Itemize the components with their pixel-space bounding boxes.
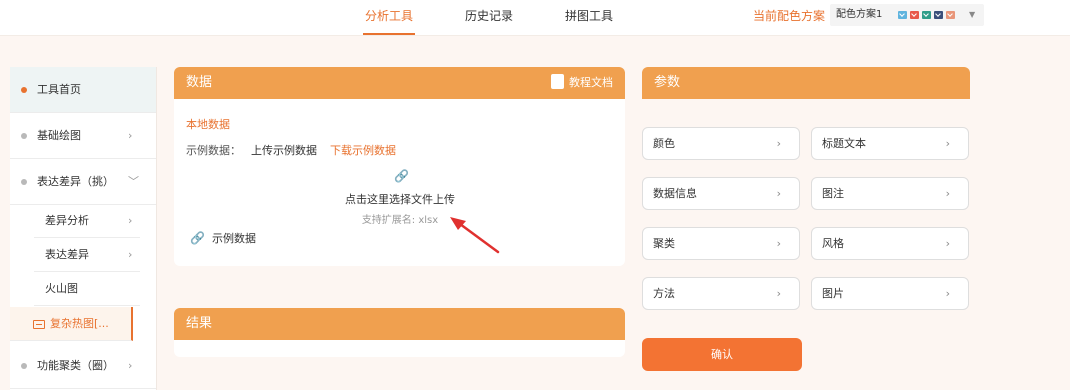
- example-data-label: 示例数据：: [186, 144, 241, 157]
- param-style-button[interactable]: 风格 ›: [811, 227, 969, 260]
- link-icon: 🔗: [190, 231, 205, 245]
- param-title-text-button[interactable]: 标题文本 ›: [811, 127, 969, 160]
- tutorial-doc-link[interactable]: 教程文档: [551, 67, 613, 111]
- param-label: 图片: [822, 287, 844, 300]
- chevron-down-icon: ﹀: [128, 175, 139, 188]
- sidebar-item-expression-diff[interactable]: 表达差异（挑） ﹀: [10, 159, 156, 205]
- chevron-right-icon: ›: [128, 214, 133, 227]
- swatch-icon-5: [946, 11, 955, 19]
- sidebar-subitem-label: 火山图: [45, 282, 78, 295]
- chevron-right-icon: ›: [128, 129, 133, 142]
- chevron-right-icon: ›: [776, 187, 781, 200]
- upload-text: 点击这里选择文件上传: [345, 193, 455, 206]
- sidebar-subitem-expression-diff[interactable]: 表达差异 ›: [34, 238, 140, 272]
- sidebar-subitem-complex-heatmap[interactable]: 复杂热图[...: [10, 307, 133, 341]
- chevron-right-icon: ›: [945, 287, 950, 300]
- sidebar-item-label: 工具首页: [37, 83, 81, 96]
- param-label: 标题文本: [822, 137, 866, 150]
- tutorial-doc-label: 教程文档: [569, 76, 613, 89]
- local-data-tab[interactable]: 本地数据: [186, 116, 230, 132]
- confirm-button[interactable]: 确认: [642, 338, 802, 371]
- sidebar-item-label: 表达差异（挑）: [37, 175, 114, 188]
- pdf-icon: [551, 74, 564, 111]
- data-panel-header: 数据 教程文档: [174, 67, 625, 111]
- chevron-right-icon: ›: [128, 359, 133, 372]
- chevron-right-icon: ›: [945, 187, 950, 200]
- result-panel-header: 结果: [174, 308, 625, 340]
- params-panel-title: 参数: [654, 75, 681, 90]
- param-label: 风格: [822, 237, 844, 250]
- swatch-icon-3: [922, 11, 931, 19]
- sidebar-subitem-label: 差异分析: [45, 214, 89, 227]
- tab-analysis-tools[interactable]: 分析工具: [363, 0, 415, 35]
- tab-history[interactable]: 历史记录: [463, 0, 515, 35]
- upload-example-link[interactable]: 上传示例数据: [251, 142, 317, 158]
- param-legend-button[interactable]: 图注 ›: [811, 177, 969, 210]
- chevron-right-icon: ›: [945, 237, 950, 250]
- chevron-right-icon: ›: [776, 237, 781, 250]
- result-panel-title: 结果: [186, 316, 213, 331]
- param-label: 聚类: [653, 237, 675, 250]
- param-color-button[interactable]: 颜色 ›: [642, 127, 800, 160]
- sidebar: 工具首页 基础绘图 › 表达差异（挑） ﹀ 差异分析 › 表达差异 › 火山图 …: [10, 67, 157, 390]
- data-panel: 数据 教程文档 本地数据 示例数据： 上传示例数据 下载示例数据 🔗 点击这里选…: [174, 67, 625, 266]
- param-method-button[interactable]: 方法 ›: [642, 277, 800, 310]
- param-data-info-button[interactable]: 数据信息 ›: [642, 177, 800, 210]
- tab-puzzle-tools[interactable]: 拼图工具: [563, 0, 615, 35]
- heatmap-icon: [33, 320, 45, 329]
- param-image-button[interactable]: 图片 ›: [811, 277, 969, 310]
- annotation-arrow-icon: [450, 217, 500, 254]
- sidebar-subitem-volcano[interactable]: 火山图: [34, 272, 140, 306]
- sidebar-item-label: 基础绘图: [37, 129, 81, 142]
- chevron-right-icon: ›: [128, 248, 133, 261]
- param-cluster-button[interactable]: 聚类 ›: [642, 227, 800, 260]
- sample-data-link[interactable]: 🔗 示例数据: [190, 230, 256, 246]
- swatch-icon-4: [934, 11, 943, 19]
- result-panel: 结果: [174, 308, 625, 357]
- top-nav-bar: 分析工具 历史记录 拼图工具 当前配色方案 配色方案1 ▼: [0, 0, 1070, 36]
- param-label: 方法: [653, 287, 675, 300]
- sidebar-subitem-diff-analysis[interactable]: 差异分析 ›: [34, 204, 140, 238]
- caret-down-icon: ▼: [969, 10, 976, 19]
- param-label: 图注: [822, 187, 844, 200]
- swatch-icon-2: [910, 11, 919, 19]
- sidebar-item-basic-plot[interactable]: 基础绘图 ›: [10, 113, 156, 159]
- bullet-icon: [21, 87, 27, 93]
- chevron-right-icon: ›: [776, 137, 781, 150]
- sidebar-item-label: 功能聚类（圈）: [37, 359, 114, 372]
- chevron-right-icon: ›: [945, 137, 950, 150]
- color-scheme-label: 当前配色方案: [753, 9, 826, 23]
- swatch-icon-1: [898, 11, 907, 19]
- params-panel-header: 参数: [642, 67, 970, 99]
- link-icon: 🔗: [394, 169, 409, 183]
- color-scheme-select[interactable]: 配色方案1 ▼: [830, 4, 984, 26]
- data-panel-title: 数据: [186, 75, 213, 90]
- param-label: 颜色: [653, 137, 675, 150]
- param-label: 数据信息: [653, 187, 697, 200]
- sidebar-subitem-label: 表达差异: [45, 248, 89, 261]
- sidebar-item-home[interactable]: 工具首页: [10, 67, 156, 113]
- download-example-link[interactable]: 下载示例数据: [330, 142, 396, 158]
- chevron-right-icon: ›: [776, 287, 781, 300]
- sidebar-item-function-cluster[interactable]: 功能聚类（圈） ›: [10, 343, 156, 389]
- bullet-icon: [21, 133, 27, 139]
- bullet-icon: [21, 179, 27, 185]
- sample-data-label: 示例数据: [211, 232, 256, 245]
- bullet-icon: [21, 363, 27, 369]
- color-scheme-value: 配色方案1: [836, 9, 883, 20]
- sidebar-subitem-label: 复杂热图[...: [50, 317, 109, 330]
